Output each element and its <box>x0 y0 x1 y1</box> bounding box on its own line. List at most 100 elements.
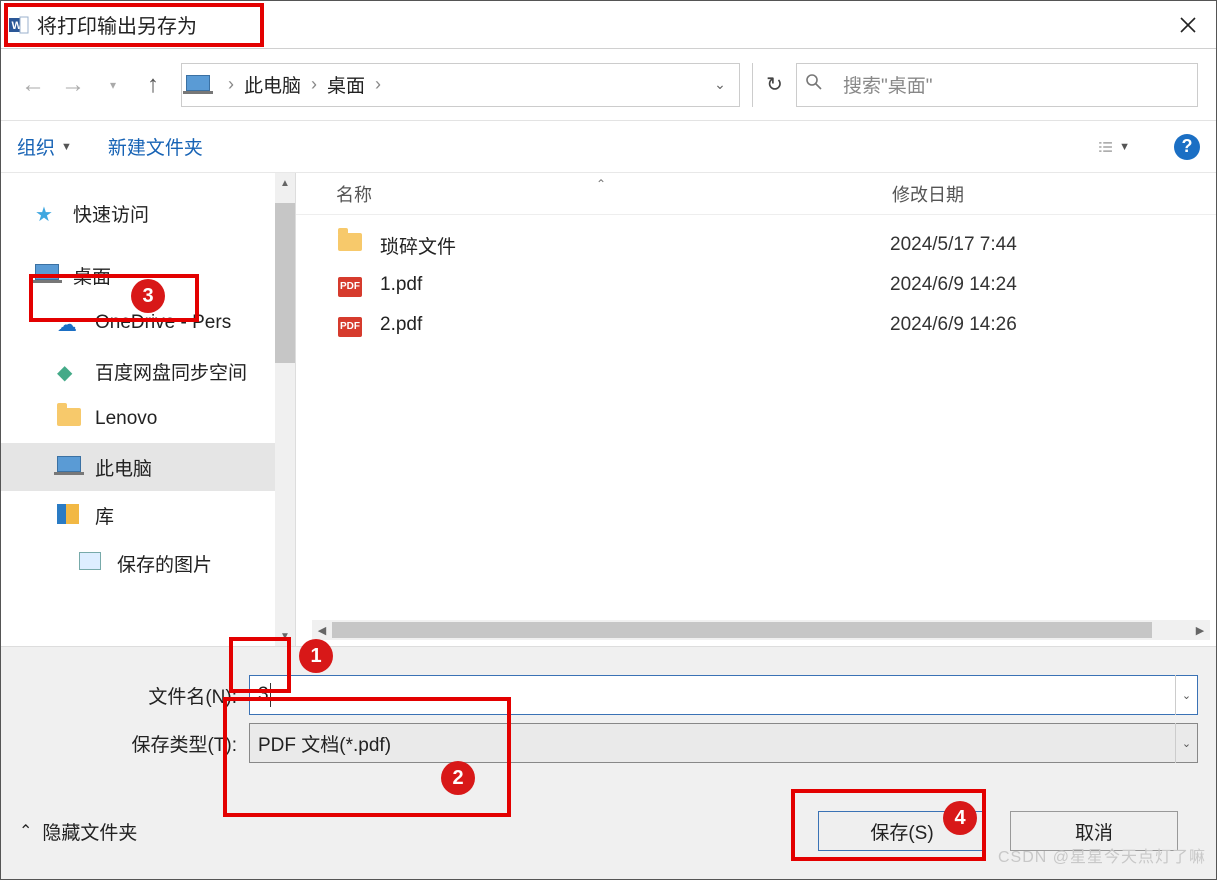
up-button[interactable]: ↑ <box>133 65 173 105</box>
file-row[interactable]: 琐碎文件 2024/5/17 7:44 <box>296 225 1216 265</box>
organize-label: 组织 <box>17 133 55 160</box>
word-app-icon: W <box>9 15 29 35</box>
column-headers[interactable]: 名称 ⌃ 修改日期 <box>296 173 1216 215</box>
laptop-icon <box>57 456 85 478</box>
chevron-right-icon: › <box>228 74 234 95</box>
file-row[interactable]: PDF 2.pdf 2024/6/9 14:26 <box>296 305 1216 345</box>
cloud-icon: ☁ <box>57 312 85 334</box>
recent-locations-button[interactable]: ▾ <box>93 65 133 105</box>
tree-item-quick-access[interactable]: ★ 快速访问 <box>1 189 295 237</box>
pdf-icon: PDF <box>338 273 366 297</box>
scroll-left-arrow-icon[interactable]: ◀ <box>312 624 332 637</box>
search-placeholder: 搜索"桌面" <box>843 71 933 98</box>
hide-folders-toggle[interactable]: ⌃ 隐藏文件夹 <box>19 818 137 845</box>
tree-label: 百度网盘同步空间 <box>95 358 247 385</box>
file-name: 琐碎文件 <box>380 232 890 259</box>
actions-row: ⌃ 隐藏文件夹 保存(S) 取消 <box>19 811 1198 851</box>
file-rows: 琐碎文件 2024/5/17 7:44 PDF 1.pdf 2024/6/9 1… <box>296 215 1216 620</box>
filetype-select[interactable]: PDF 文档(*.pdf) ⌄ <box>249 723 1198 763</box>
scroll-thumb[interactable] <box>332 622 1152 638</box>
tree-label: Lenovo <box>95 408 157 430</box>
filetype-dropdown-button[interactable]: ⌄ <box>1175 723 1197 763</box>
scroll-down-arrow-icon[interactable]: ▼ <box>275 626 295 646</box>
scroll-up-arrow-icon[interactable]: ▲ <box>275 173 295 193</box>
forward-button[interactable]: → <box>53 65 93 105</box>
pdf-icon: PDF <box>338 313 366 337</box>
tree-item-desktop[interactable]: 桌面 <box>1 251 295 299</box>
nav-tree[interactable]: ★ 快速访问 桌面 ☁ OneDrive - Pers ◆ 百度网盘同步空间 <box>1 173 296 646</box>
back-button[interactable]: ← <box>13 65 53 105</box>
view-options-button[interactable]: ▼ <box>1098 136 1130 158</box>
filename-row: 文件名(N): 3 ⌄ <box>19 675 1198 715</box>
address-bar[interactable]: › 此电脑 › 桌面 › ⌄ <box>181 63 740 107</box>
new-folder-button[interactable]: 新建文件夹 <box>108 133 203 160</box>
cancel-button[interactable]: 取消 <box>1010 811 1178 851</box>
horizontal-scrollbar[interactable]: ◀ ▶ <box>312 620 1210 640</box>
toolbar: 组织 ▼ 新建文件夹 ▼ ? <box>1 121 1216 173</box>
chevron-down-icon: ▼ <box>1119 141 1130 153</box>
tree-item-lenovo[interactable]: Lenovo <box>1 395 295 443</box>
tree-label: 快速访问 <box>73 200 149 227</box>
filetype-value: PDF 文档(*.pdf) <box>258 730 391 757</box>
nav-row: ← → ▾ ↑ › 此电脑 › 桌面 › ⌄ ↻ 搜索"桌面" <box>1 49 1216 121</box>
chevron-down-icon: ▼ <box>61 141 72 153</box>
tree-label: OneDrive - Pers <box>95 312 231 334</box>
file-row[interactable]: PDF 1.pdf 2024/6/9 14:24 <box>296 265 1216 305</box>
tree-label: 保存的图片 <box>117 550 212 577</box>
filename-dropdown-button[interactable]: ⌄ <box>1175 675 1197 715</box>
filetype-label: 保存类型(T): <box>19 730 249 757</box>
file-date: 2024/5/17 7:44 <box>890 234 1017 256</box>
tree-label: 桌面 <box>73 262 111 289</box>
close-button[interactable] <box>1160 3 1216 47</box>
file-list: 名称 ⌃ 修改日期 琐碎文件 2024/5/17 7:44 PDF 1.pdf … <box>296 173 1216 646</box>
filename-label: 文件名(N): <box>19 682 249 709</box>
refresh-button[interactable]: ↻ <box>752 63 796 107</box>
titlebar: W 将打印输出另存为 <box>1 1 1216 49</box>
save-button[interactable]: 保存(S) <box>818 811 986 851</box>
help-button[interactable]: ? <box>1174 134 1200 160</box>
tree-item-baidu[interactable]: ◆ 百度网盘同步空间 <box>1 347 295 395</box>
chevron-up-icon: ⌃ <box>19 821 32 841</box>
picture-icon <box>79 552 107 574</box>
breadcrumb-seg-2[interactable]: 桌面 <box>327 71 365 98</box>
tree-item-libraries[interactable]: 库 <box>1 491 295 539</box>
tree-item-this-pc[interactable]: 此电脑 <box>1 443 295 491</box>
library-icon <box>57 504 85 526</box>
dialog-title: 将打印输出另存为 <box>37 10 197 39</box>
new-folder-label: 新建文件夹 <box>108 133 203 160</box>
laptop-icon <box>35 264 63 286</box>
scroll-right-arrow-icon[interactable]: ▶ <box>1190 624 1210 637</box>
text-caret-icon <box>270 683 271 707</box>
column-header-date[interactable]: 修改日期 <box>892 181 964 207</box>
tree-label: 此电脑 <box>95 454 152 481</box>
tree-label: 库 <box>95 502 114 529</box>
organize-button[interactable]: 组织 ▼ <box>17 133 72 160</box>
search-icon <box>805 73 829 96</box>
bottom-panel: 文件名(N): 3 ⌄ 保存类型(T): PDF 文档(*.pdf) ⌄ ⌃ 隐… <box>1 646 1216 879</box>
hide-folders-label: 隐藏文件夹 <box>42 818 137 845</box>
content-area: ★ 快速访问 桌面 ☁ OneDrive - Pers ◆ 百度网盘同步空间 <box>1 173 1216 646</box>
file-name: 1.pdf <box>380 274 890 296</box>
tree-item-onedrive[interactable]: ☁ OneDrive - Pers <box>1 299 295 347</box>
star-icon: ★ <box>35 202 63 224</box>
search-box[interactable]: 搜索"桌面" <box>796 63 1198 107</box>
save-as-dialog: W 将打印输出另存为 ← → ▾ ↑ › 此电脑 › 桌面 › ⌄ ↻ 搜索"桌… <box>0 0 1217 880</box>
filename-input[interactable]: 3 ⌄ <box>249 675 1198 715</box>
file-name: 2.pdf <box>380 314 890 336</box>
scroll-thumb[interactable] <box>275 203 295 363</box>
scroll-track[interactable] <box>332 622 1190 638</box>
filename-value: 3 <box>258 684 269 706</box>
tree-scrollbar[interactable]: ▲ ▼ <box>275 173 295 646</box>
chevron-right-icon: › <box>375 74 381 95</box>
tree-item-saved-pictures[interactable]: 保存的图片 <box>1 539 295 587</box>
sync-disk-icon: ◆ <box>57 360 85 382</box>
file-date: 2024/6/9 14:24 <box>890 274 1017 296</box>
user-folder-icon <box>57 408 85 430</box>
filetype-row: 保存类型(T): PDF 文档(*.pdf) ⌄ <box>19 723 1198 763</box>
column-header-name[interactable]: 名称 ⌃ <box>336 181 892 207</box>
breadcrumb-seg-1[interactable]: 此电脑 <box>244 71 301 98</box>
address-history-button[interactable]: ⌄ <box>705 76 735 93</box>
location-icon <box>186 75 212 95</box>
file-date: 2024/6/9 14:26 <box>890 314 1017 336</box>
sort-asc-icon: ⌃ <box>596 177 606 191</box>
